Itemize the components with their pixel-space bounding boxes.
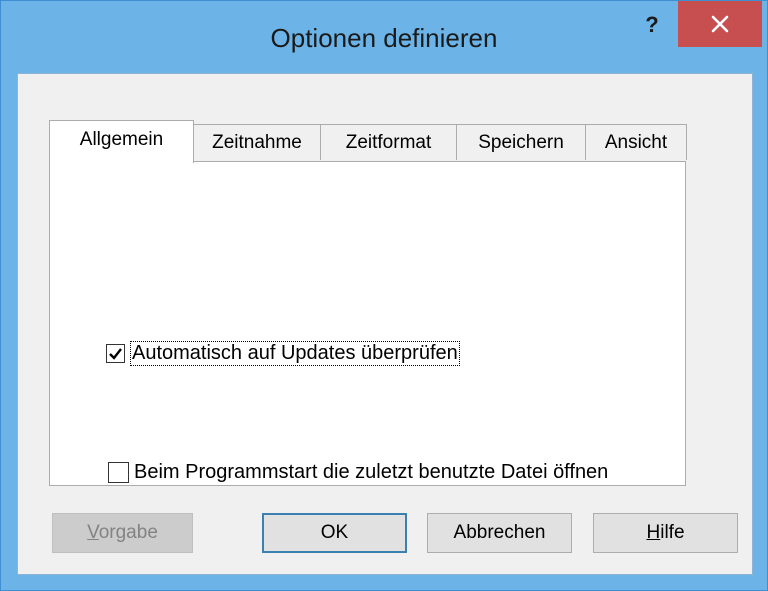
help-mnemonic: H [646,522,661,543]
defaults-label: orgabe [98,522,158,543]
tab-ansicht[interactable]: Ansicht [585,124,687,160]
cancel-button[interactable]: Abbrechen [427,513,572,553]
tab-zeitformat[interactable]: Zeitformat [320,124,457,160]
auto-update-checkbox[interactable] [106,344,125,363]
ok-button[interactable]: OK [262,513,407,553]
auto-update-option[interactable]: Automatisch auf Updates überprüfen [106,341,460,366]
tab-allgemein[interactable]: Allgemein [49,120,194,163]
tab-speichern[interactable]: Speichern [456,124,586,160]
close-button[interactable] [678,1,762,47]
title-bar[interactable]: Optionen definieren ? [1,1,767,83]
checkmark-icon [109,348,122,360]
defaults-button[interactable]: Vorgabe [52,513,193,553]
open-last-file-checkbox[interactable] [108,462,129,483]
tab-zeitnahme[interactable]: Zeitnahme [193,124,321,160]
open-last-file-label[interactable]: Beim Programmstart die zuletzt benutzte … [134,461,608,484]
tab-panel-allgemein: Automatisch auf Updates überprüfen Beim … [49,161,686,486]
close-icon [711,15,729,33]
help-button[interactable]: Hilfe [593,513,738,553]
dialog-body: Allgemein Zeitnahme Zeitformat Speichern… [17,73,753,575]
help-question-button[interactable]: ? [634,7,670,43]
defaults-mnemonic: V [87,522,99,543]
auto-update-label[interactable]: Automatisch auf Updates überprüfen [130,341,460,366]
help-label: ilfe [660,522,685,543]
open-last-file-option[interactable]: Beim Programmstart die zuletzt benutzte … [108,461,608,484]
dialog-window: Optionen definieren ? Allgemein Zeitnahm… [0,0,768,591]
